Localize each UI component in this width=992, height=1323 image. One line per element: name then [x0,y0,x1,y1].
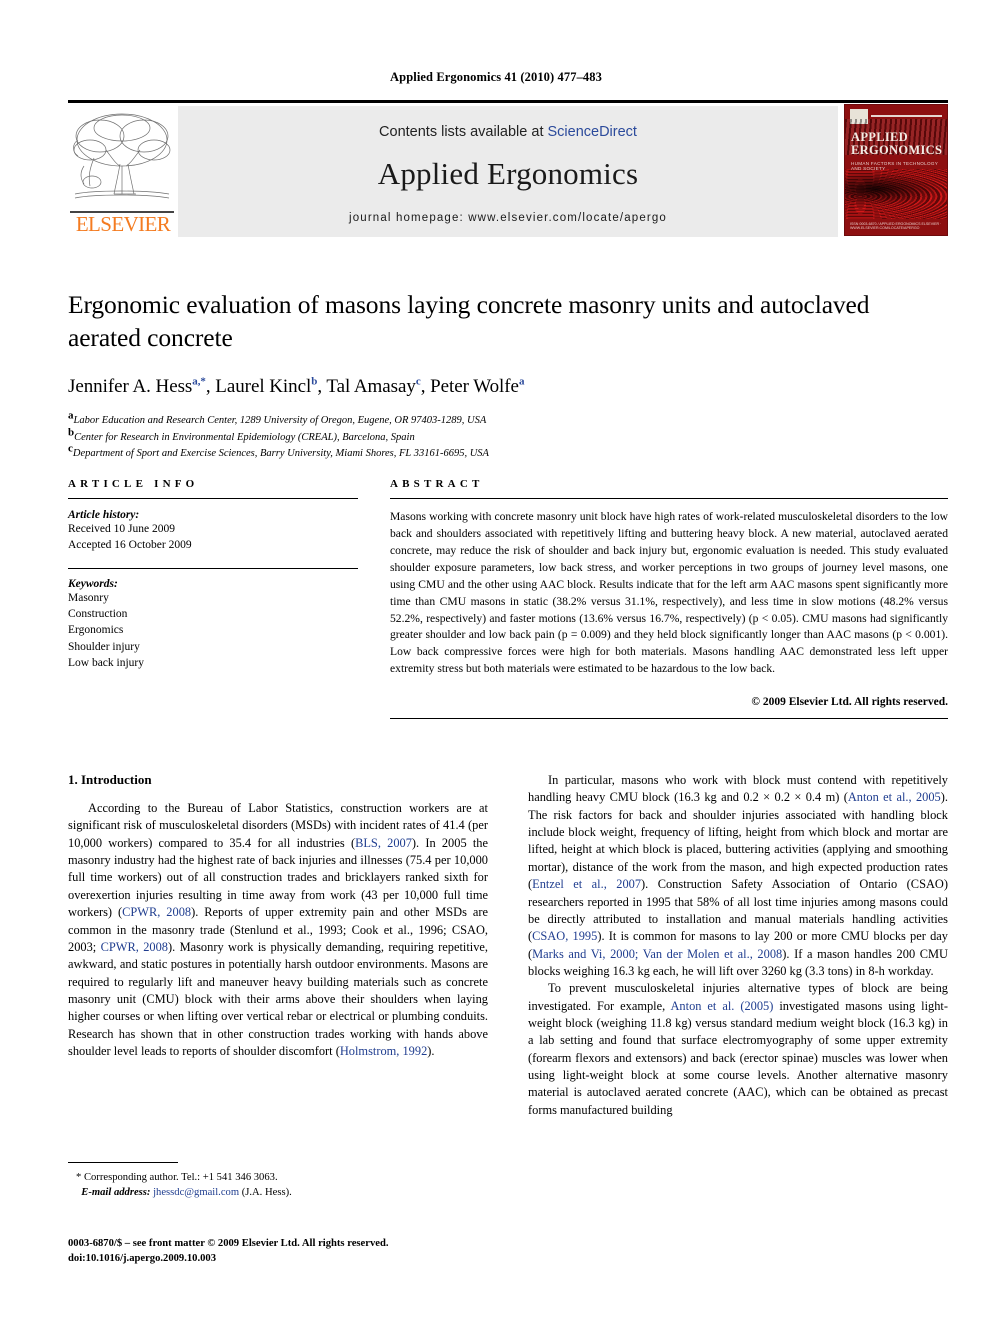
section-title-introduction: 1. Introduction [68,772,152,787]
journal-homepage-link[interactable]: journal homepage: www.elsevier.com/locat… [349,212,667,224]
affiliation-text: Labor Education and Research Center, 128… [73,415,487,427]
cover-artwork [845,169,947,219]
imprint-block: 0003-6870/$ – see front matter © 2009 El… [68,1236,498,1267]
citation-link[interactable]: Holmstrom, 1992 [340,1044,427,1058]
author-list: Jennifer A. Hessa,*, Laurel Kinclb, Tal … [68,375,525,398]
journal-masthead: ELSEVIER Contents lists available at Sci… [68,100,948,237]
footnote-rule [68,1162,178,1163]
article-history-label: Article history: [68,509,140,521]
sciencedirect-link[interactable]: ScienceDirect [548,124,637,140]
cover-subtitle: HUMAN FACTORS IN TECHNOLOGY AND SOCIETY [851,161,938,171]
affiliation-list: aLabor Education and Research Center, 12… [68,410,948,462]
author-item: Tal Amasayc [326,376,420,397]
affiliation-item: cDepartment of Sport and Exercise Scienc… [68,443,948,462]
body-column-right: In particular, masons who work with bloc… [528,772,948,1119]
article-info-divider [68,567,358,569]
affiliation-item: aLabor Education and Research Center, 12… [68,410,948,429]
abstract-heading: ABSTRACT [390,478,484,490]
paragraph: To prevent musculoskeletal injuries alte… [528,981,949,1117]
keyword-item: Shoulder injury [68,640,140,653]
paragraph: According to the Bureau of Labor Statist… [68,801,489,1059]
author-item: Jennifer A. Hessa,* [68,376,206,397]
history-item: Accepted 16 October 2009 [68,539,192,552]
running-head: Applied Ergonomics 41 (2010) 477–483 [390,70,602,84]
email-note: E-mail address: jhessdc@gmail.com (J.A. … [68,1185,488,1200]
article-info-rule [68,498,358,499]
elsevier-wordmark: ELSEVIER [75,212,171,236]
cover-top-rule [871,115,942,117]
author-item: Peter Wolfea [430,376,524,397]
body-columns: 1. Introduction According to the Bureau … [68,772,948,1119]
title-block: Ergonomic evaluation of masons laying co… [68,288,948,462]
email-label: E-mail address: [81,1187,151,1199]
abstract-rule [390,498,948,499]
author-affiliation-mark: b [311,375,318,388]
article-history-list: Received 10 June 2009 Accepted 16 Octobe… [68,521,358,554]
cover-footer-text: ISSN 0003-6870 / APPLIED ERGONOMICS ELSE… [850,222,942,231]
author-name: Peter Wolfe [430,376,519,398]
author-affiliation-mark: a,* [192,375,206,388]
contents-list-line: Contents lists available at ScienceDirec… [379,124,637,140]
paragraph: In particular, masons who work with bloc… [528,773,949,978]
citation-link[interactable]: CPWR, 2008 [122,905,191,919]
citation-link[interactable]: Anton et al. (2005) [670,999,773,1013]
author-affiliation-mark: a [518,375,525,388]
affiliation-text: Center for Research in Environmental Epi… [74,431,415,443]
journal-title: Applied Ergonomics [377,155,639,191]
abstract-column: ABSTRACT Masons working with concrete ma… [390,478,948,720]
author-item: Laurel Kinclb [215,376,317,397]
footnote-block: * Corresponding author. Tel.: +1 541 346… [68,1162,488,1201]
contents-prefix: Contents lists available at [379,123,544,140]
email-suffix: (J.A. Hess). [241,1187,292,1199]
author-affiliation-mark: c [415,375,421,388]
email-link[interactable]: jhessdc@gmail.com [153,1187,239,1198]
keywords-list: Masonry Construction Ergonomics Shoulder… [68,590,358,672]
journal-cover-thumbnail: APPLIED ERGONOMICS HUMAN FACTORS IN TECH… [844,104,948,236]
affiliation-text: Department of Sport and Exercise Science… [72,447,489,459]
abstract-text: Masons working with concrete masonry uni… [390,510,948,676]
keyword-item: Masonry [68,591,109,604]
keyword-item: Low back injury [68,656,145,669]
keyword-item: Ergonomics [68,624,124,637]
citation-link[interactable]: Marks and Vi, 2000; Van der Molen et al.… [532,947,782,961]
citation-link[interactable]: CSAO, 1995 [532,929,597,943]
article-info-column: ARTICLE INFO Article history: Received 1… [68,478,358,719]
keyword-item: Construction [68,607,128,620]
elsevier-logo: ELSEVIER [68,103,178,237]
author-name: Laurel Kincl [215,376,312,398]
corresponding-author-note: * Corresponding author. Tel.: +1 541 346… [76,1172,278,1183]
history-item: Received 10 June 2009 [68,523,175,535]
citation-link[interactable]: Anton et al., 2005 [848,790,941,804]
issn-front-matter: 0003-6870/$ – see front matter © 2009 El… [68,1238,389,1249]
author-name: Tal Amasay [326,376,416,398]
cover-title: APPLIED ERGONOMICS [851,130,943,157]
elsevier-tree-icon [70,106,174,206]
keywords-label: Keywords: [68,577,118,590]
cover-title-line1: APPLIED [851,130,908,144]
abstract-bottom-rule [390,718,948,720]
citation-link[interactable]: Entzel et al., 2007 [532,877,641,891]
abstract-copyright: © 2009 Elsevier Ltd. All rights reserved… [751,696,948,709]
article-page: Applied Ergonomics 41 (2010) 477–483 ELS… [0,0,992,1323]
body-column-left: 1. Introduction According to the Bureau … [68,772,488,1119]
cover-title-line2: ERGONOMICS [851,142,943,157]
info-abstract-row: ARTICLE INFO Article history: Received 1… [68,478,948,720]
affiliation-item: bCenter for Research in Environmental Ep… [68,427,948,446]
doi: doi:10.1016/j.apergo.2009.10.003 [68,1253,217,1265]
article-title: Ergonomic evaluation of masons laying co… [68,290,870,353]
journal-band: Contents lists available at ScienceDirec… [178,106,838,237]
article-info-heading: ARTICLE INFO [68,478,199,490]
citation-link[interactable]: BLS, 2007 [355,836,412,850]
author-name: Jennifer A. Hess [68,376,193,398]
citation-link[interactable]: CPWR, 2008 [101,940,168,954]
